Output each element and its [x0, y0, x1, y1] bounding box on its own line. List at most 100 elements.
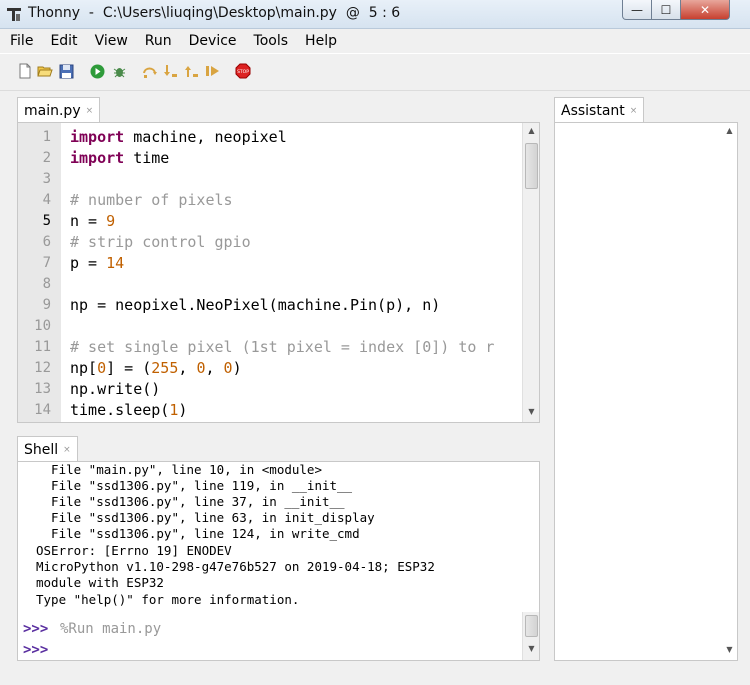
- tab-shell[interactable]: Shell ×: [17, 436, 78, 462]
- line-number: 3: [42, 171, 51, 187]
- shell-output-line: module with ESP32: [36, 575, 164, 590]
- code-line: np.write(): [70, 380, 161, 398]
- svg-text:STOP: STOP: [237, 69, 249, 75]
- code-keyword: import: [70, 128, 125, 146]
- code-text: machine, neopixel: [124, 128, 287, 146]
- tab-close-icon[interactable]: ×: [86, 106, 94, 116]
- menu-tools[interactable]: Tools: [244, 29, 296, 53]
- code-editor[interactable]: 1 2 3 4 5 6 7 8 9 10 11 12 13 14 import …: [17, 122, 540, 423]
- menu-edit[interactable]: Edit: [40, 29, 84, 53]
- assistant-panel: ▲ ▼: [554, 122, 738, 661]
- shell-output-line: MicroPython v1.10-298-g47e76b527 on 2019…: [36, 559, 435, 574]
- shell-output-line: File "ssd1306.py", line 63, in init_disp…: [36, 510, 375, 525]
- code-line: p = 14: [70, 254, 124, 272]
- tab-label: Shell: [24, 441, 59, 458]
- tab-assistant[interactable]: Assistant ×: [554, 97, 645, 123]
- code-line: import machine, neopixel: [70, 128, 287, 146]
- line-number: 14: [34, 402, 51, 418]
- code-text: p =: [70, 254, 107, 272]
- code-number: 0: [97, 359, 107, 377]
- shell-output-line: File "main.py", line 10, in <module>: [36, 462, 322, 477]
- open-file-icon[interactable]: [37, 63, 53, 79]
- menu-help[interactable]: Help: [295, 29, 344, 53]
- line-number: 8: [42, 276, 51, 292]
- code-text: n =: [70, 212, 107, 230]
- thonny-app-icon: [7, 8, 21, 21]
- code-line: np = neopixel.NeoPixel(machine.Pin(p), n…: [70, 296, 441, 314]
- code-text: time.sleep(: [70, 401, 170, 419]
- window-title: Thonny - C:\Users\liuqing\Desktop\main.p…: [28, 5, 401, 21]
- step-over-icon[interactable]: [142, 63, 158, 79]
- scroll-down-icon[interactable]: ▼: [523, 407, 539, 416]
- code-number: 255: [151, 359, 179, 377]
- code-text: np[: [70, 359, 98, 377]
- code-comment: # set single pixel (1st pixel = index [0…: [70, 338, 495, 356]
- assistant-scrollbar[interactable]: ▲ ▼: [721, 123, 737, 660]
- code-line: n = 9: [70, 212, 115, 230]
- line-number: 4: [42, 192, 51, 208]
- code-text: ] = (: [106, 359, 152, 377]
- shell-output-line: Type "help()" for more information.: [36, 592, 300, 607]
- shell-prompt-active[interactable]: >>>: [23, 642, 48, 658]
- scroll-up-icon[interactable]: ▲: [721, 126, 738, 135]
- debug-icon[interactable]: [111, 63, 127, 79]
- shell-console[interactable]: File "main.py", line 10, in <module> Fil…: [17, 461, 540, 661]
- shell-scrollbar[interactable]: ▼: [522, 612, 539, 660]
- code-number: 9: [106, 212, 116, 230]
- line-number: 11: [34, 339, 51, 355]
- run-icon[interactable]: [89, 63, 105, 79]
- tab-main-py[interactable]: main.py ×: [17, 97, 101, 123]
- menu-view[interactable]: View: [85, 29, 135, 53]
- line-number: 6: [42, 234, 51, 250]
- line-number: 1: [42, 129, 51, 145]
- shell-run-command: %Run main.py: [60, 621, 162, 637]
- tab-label: Assistant: [561, 102, 625, 119]
- line-number: 10: [34, 318, 51, 334]
- editor-scrollbar[interactable]: ▲ ▼: [522, 123, 539, 422]
- code-line: time.sleep(1): [70, 401, 187, 419]
- minimize-button[interactable]: —: [622, 0, 652, 20]
- line-number: 7: [42, 255, 51, 271]
- scroll-up-icon[interactable]: ▲: [523, 126, 539, 135]
- line-number: 13: [34, 381, 51, 397]
- line-number: 9: [42, 297, 51, 313]
- shell-prompt: >>>: [23, 621, 49, 637]
- code-text: ,: [205, 359, 224, 377]
- code-line: import time: [70, 149, 169, 167]
- tab-close-icon[interactable]: ×: [630, 106, 638, 116]
- line-number: 12: [34, 360, 51, 376]
- tab-label: main.py: [24, 102, 81, 119]
- code-number: 14: [106, 254, 125, 272]
- shell-scrollbar-thumb[interactable]: [525, 615, 538, 637]
- editor-scrollbar-thumb[interactable]: [525, 143, 538, 189]
- close-button[interactable]: ✕: [680, 0, 730, 20]
- tab-close-icon[interactable]: ×: [63, 445, 71, 455]
- step-into-icon[interactable]: [163, 63, 179, 79]
- line-number: 2: [42, 150, 51, 166]
- toolbar: STOP: [0, 54, 750, 91]
- scroll-down-icon[interactable]: ▼: [721, 645, 738, 654]
- scroll-down-icon[interactable]: ▼: [523, 644, 539, 653]
- line-number-gutter: 1 2 3 4 5 6 7 8 9 10 11 12 13 14: [18, 123, 61, 422]
- save-icon[interactable]: [58, 63, 74, 79]
- code-keyword: import: [70, 149, 125, 167]
- new-file-icon[interactable]: [17, 63, 33, 79]
- step-out-icon[interactable]: [184, 63, 200, 79]
- code-comment: # number of pixels: [70, 191, 233, 209]
- code-text: ,: [178, 359, 197, 377]
- menu-file[interactable]: File: [0, 29, 40, 53]
- code-comment: # strip control gpio: [70, 233, 251, 251]
- line-number-current: 5: [42, 213, 51, 229]
- maximize-button[interactable]: ☐: [651, 0, 681, 20]
- code-number: 0: [223, 359, 233, 377]
- title-bar: Thonny - C:\Users\liuqing\Desktop\main.p…: [0, 0, 750, 29]
- shell-output-line: File "ssd1306.py", line 119, in __init__: [36, 478, 353, 493]
- code-line: np[0] = (255, 0, 0): [70, 359, 242, 377]
- shell-output-line: File "ssd1306.py", line 37, in __init__: [36, 494, 345, 509]
- code-text: time: [124, 149, 170, 167]
- menu-run[interactable]: Run: [135, 29, 179, 53]
- resume-icon[interactable]: [205, 63, 221, 79]
- menu-device[interactable]: Device: [179, 29, 244, 53]
- stop-icon[interactable]: STOP: [235, 63, 251, 79]
- code-text: ): [178, 401, 188, 419]
